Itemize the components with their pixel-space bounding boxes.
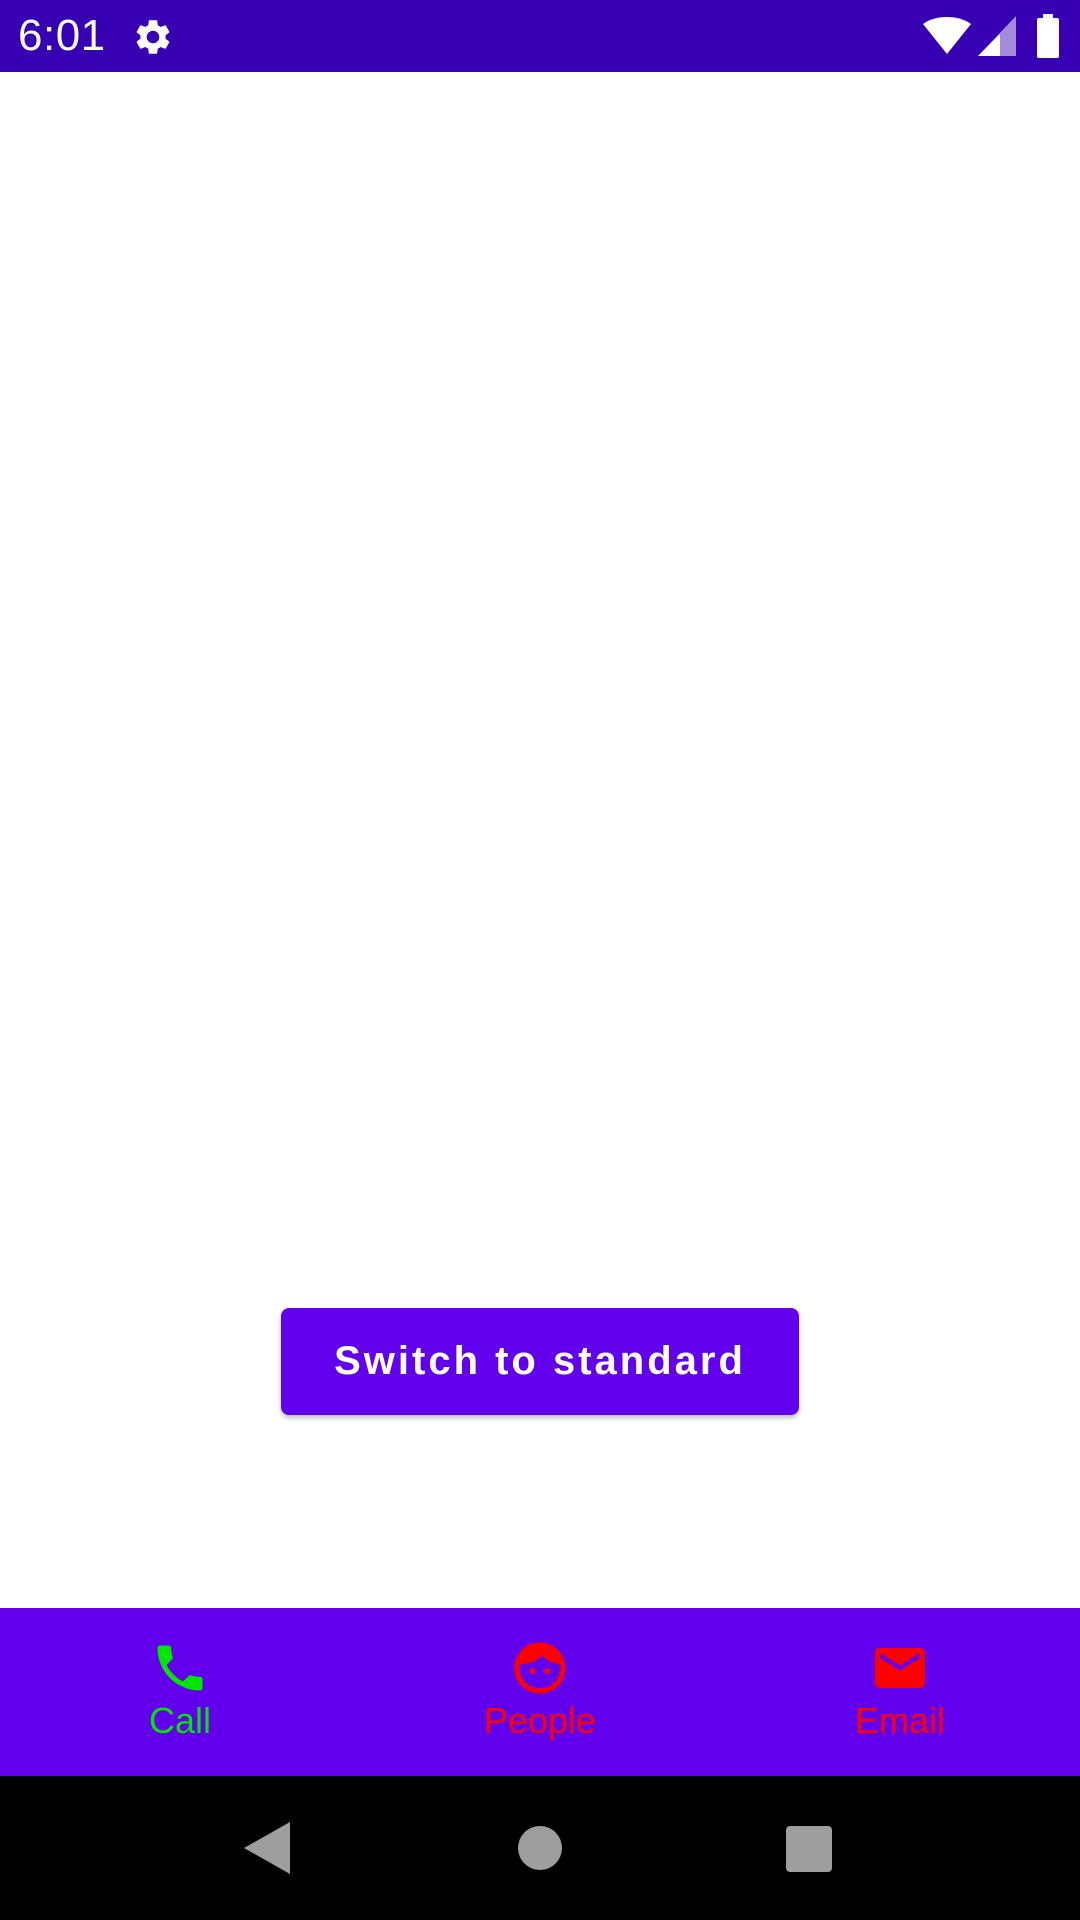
nav-label-email: Email (854, 1700, 946, 1741)
gear-icon (136, 20, 170, 54)
battery-icon (1037, 14, 1059, 58)
status-bar: 6:01 (0, 0, 1080, 72)
status-time: 6:01 (18, 11, 106, 60)
cellular-signal-icon (978, 16, 1016, 56)
nav-item-people[interactable]: People (360, 1608, 720, 1776)
phone-icon (157, 1645, 203, 1691)
wifi-icon (923, 17, 971, 54)
nav-label-people: People (483, 1700, 597, 1741)
system-navigation-bar (0, 1776, 1080, 1920)
nav-label-call: Call (148, 1700, 211, 1741)
nav-item-call[interactable]: Call (0, 1608, 360, 1776)
home-icon[interactable] (518, 1826, 562, 1870)
nav-item-email[interactable]: Email (720, 1608, 1080, 1776)
mail-icon (875, 1648, 925, 1688)
back-icon[interactable] (244, 1822, 290, 1874)
app-screen: 6:01 Switch to standard Call People Emai… (0, 0, 1080, 1920)
face-icon (514, 1642, 566, 1694)
recents-icon[interactable] (786, 1826, 832, 1872)
bottom-navigation: Call People Email (0, 1608, 1080, 1776)
switch-to-standard-button[interactable]: Switch to standard (281, 1308, 799, 1415)
